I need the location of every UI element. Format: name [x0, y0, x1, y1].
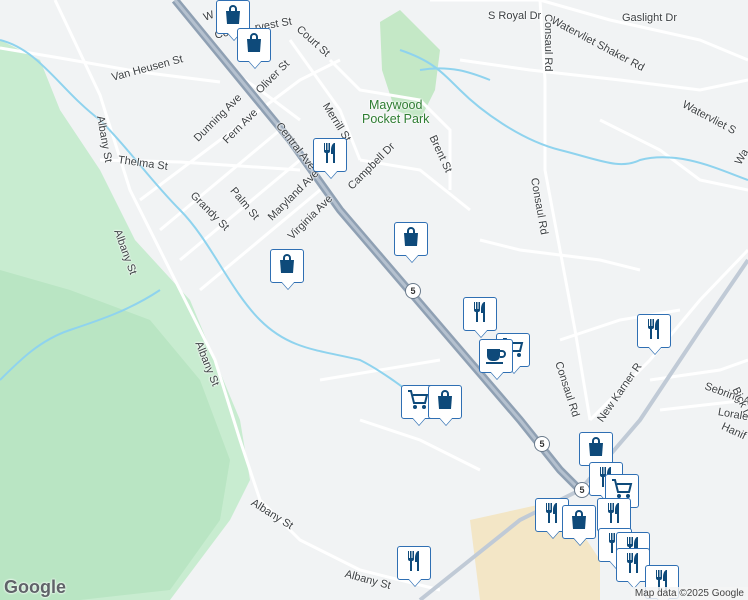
restaurant-icon [540, 501, 564, 530]
shopping-bag-icon [399, 225, 423, 254]
restaurant-icon [621, 551, 645, 580]
pin-body[interactable] [637, 314, 671, 348]
pin-pointer [408, 578, 422, 586]
google-logo[interactable]: Google [4, 577, 66, 598]
pin-pointer [546, 530, 560, 538]
pin-pointer [405, 254, 419, 262]
pin-body[interactable] [597, 498, 631, 532]
restaurant-icon [468, 300, 492, 329]
map-pin-shopping-bag[interactable] [237, 28, 273, 70]
pin-body[interactable] [237, 28, 271, 62]
pin-pointer [281, 281, 295, 289]
pin-body[interactable] [562, 505, 596, 539]
route-5-shield: 5 [405, 283, 421, 299]
route-5-shield: 5 [534, 436, 550, 452]
map-pin-shopping-bag[interactable] [428, 385, 464, 427]
pin-pointer [474, 329, 488, 337]
map-pin-restaurant[interactable] [397, 546, 433, 588]
pin-pointer [490, 371, 504, 379]
pin-body[interactable] [463, 297, 497, 331]
pin-body[interactable] [313, 138, 347, 172]
map-pin-restaurant[interactable] [463, 297, 499, 339]
pin-pointer [439, 417, 453, 425]
park-label: Maywood Pocket Park [362, 98, 430, 126]
map-pin-restaurant[interactable] [313, 138, 349, 180]
coffee-cup-icon [484, 342, 508, 371]
street-label: S Royal Dr [488, 10, 542, 22]
map-pin-coffee-cup[interactable] [479, 339, 515, 381]
restaurant-icon [318, 141, 342, 170]
restaurant-icon [602, 501, 626, 530]
shopping-bag-icon [567, 508, 591, 537]
pin-pointer [648, 346, 662, 354]
shopping-bag-icon [433, 388, 457, 417]
map-pin-shopping-bag[interactable] [270, 249, 306, 291]
map-attribution[interactable]: Map data ©2025 Google [630, 587, 748, 600]
shopping-cart-icon [406, 388, 430, 417]
pin-body[interactable] [394, 222, 428, 256]
restaurant-icon [402, 549, 426, 578]
street-label: Gaslight Dr [622, 12, 678, 24]
map-pin-shopping-bag[interactable] [394, 222, 430, 264]
pin-pointer [324, 170, 338, 178]
pin-body[interactable] [270, 249, 304, 283]
pin-pointer [573, 537, 587, 545]
map-canvas[interactable]: S Royal Dr Watervliet Shaker Rd Gaslight D… [0, 0, 748, 600]
street-label: Consaul Rd [542, 14, 554, 72]
pin-body[interactable] [397, 546, 431, 580]
map-pin-restaurant[interactable] [637, 314, 673, 356]
shopping-bag-icon [275, 252, 299, 281]
map-pin-shopping-bag[interactable] [562, 505, 598, 547]
pin-body[interactable] [579, 432, 613, 466]
pin-body[interactable] [479, 339, 513, 373]
pin-body[interactable] [428, 385, 462, 419]
shopping-bag-icon [584, 435, 608, 464]
restaurant-icon [642, 317, 666, 346]
route-5-shield: 5 [574, 482, 590, 498]
pin-pointer [248, 60, 262, 68]
shopping-bag-icon [242, 31, 266, 60]
pin-pointer [412, 417, 426, 425]
